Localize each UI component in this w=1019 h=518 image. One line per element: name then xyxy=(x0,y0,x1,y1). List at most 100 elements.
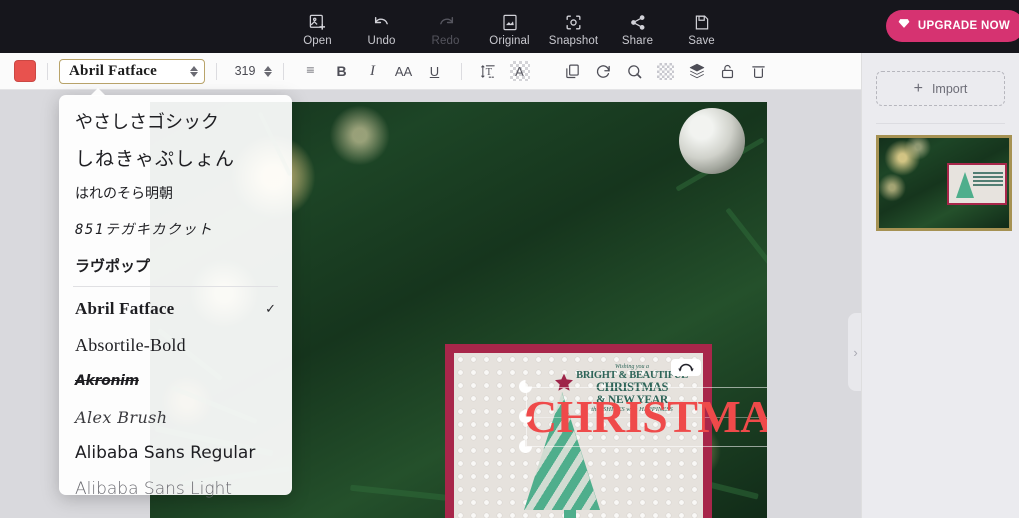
align-icon: ≡ xyxy=(306,62,315,79)
rotate-button[interactable] xyxy=(588,57,619,85)
font-option-label: やさしさゴシック xyxy=(75,112,219,133)
letter-case-button[interactable]: AA xyxy=(388,57,419,85)
undo-icon xyxy=(372,11,392,33)
photo-editor-app: Open Undo Redo Original Snapshot Share S… xyxy=(0,0,1019,518)
toolbar-divider xyxy=(283,62,284,80)
trash-icon xyxy=(750,63,767,80)
font-option[interactable]: やさしさゴシック xyxy=(59,103,292,139)
christmas-text-layer[interactable]: CHRISTMAS xyxy=(524,390,767,444)
checkerboard-icon xyxy=(657,62,674,80)
save-icon xyxy=(693,11,711,33)
toolbar-divider xyxy=(461,62,462,80)
text-pattern-icon: A xyxy=(509,61,530,81)
undo-button[interactable]: Undo xyxy=(350,6,414,47)
share-label: Share xyxy=(621,35,654,47)
bold-button[interactable]: B xyxy=(326,57,357,85)
line-spacing-icon: T xyxy=(480,63,497,80)
layers-button[interactable] xyxy=(681,57,712,85)
duplicate-button[interactable] xyxy=(557,57,588,85)
font-option[interactable]: Absortile-Bold xyxy=(59,327,292,363)
font-option[interactable]: Alex Brush xyxy=(59,399,292,435)
font-option-label: ラヴポップ xyxy=(75,256,151,275)
share-button[interactable]: Share xyxy=(606,6,670,47)
font-family-value: Abril Fatface xyxy=(69,62,157,79)
dropdown-caret xyxy=(90,88,106,96)
underline-icon: U xyxy=(429,63,440,79)
layer-thumbnail-card xyxy=(946,163,1007,206)
delete-button[interactable] xyxy=(743,57,774,85)
share-icon xyxy=(629,11,647,33)
resize-handle-middle-left[interactable] xyxy=(519,410,532,423)
layer-thumbnail-tree xyxy=(955,172,974,199)
top-toolbar: Open Undo Redo Original Snapshot Share S… xyxy=(0,0,1019,53)
underline-button[interactable]: U xyxy=(419,57,450,85)
font-option[interactable]: Alibaba Sans Regular xyxy=(59,435,292,471)
text-fill-button[interactable]: A xyxy=(504,57,535,85)
original-icon xyxy=(501,11,519,33)
rotate-cw-icon xyxy=(595,63,612,80)
text-layer-selection[interactable]: CHRISTMAS xyxy=(519,359,767,453)
unlock-icon xyxy=(719,63,736,80)
font-option-label: Alex Brush xyxy=(75,407,168,427)
flip-button[interactable] xyxy=(619,57,650,85)
font-size-input[interactable]: 319 xyxy=(228,64,262,78)
lock-button[interactable] xyxy=(712,57,743,85)
original-label: Original xyxy=(489,35,530,47)
toolbar-divider xyxy=(216,62,217,80)
upgrade-now-button[interactable]: UPGRADE NOW xyxy=(885,10,1019,42)
layers-panel: + Import xyxy=(861,53,1019,518)
font-family-stepper-icon xyxy=(190,65,198,77)
font-option-label: Akronim xyxy=(75,373,139,389)
line-spacing-button[interactable]: T xyxy=(473,57,504,85)
open-button[interactable]: Open xyxy=(286,6,350,47)
align-button[interactable]: ≡ xyxy=(295,57,326,85)
panel-divider xyxy=(876,123,1005,124)
check-icon: ✓ xyxy=(265,301,276,316)
font-option[interactable]: Alibaba Sans Light xyxy=(59,471,292,507)
save-button[interactable]: Save xyxy=(670,6,734,47)
italic-button[interactable]: I xyxy=(357,57,388,85)
layer-thumbnail[interactable] xyxy=(876,135,1012,231)
font-size-stepper[interactable] xyxy=(264,65,272,77)
rotate-handle[interactable] xyxy=(671,359,701,376)
font-option[interactable]: はれのそら明朝 xyxy=(59,175,292,211)
import-label: Import xyxy=(931,81,968,96)
chevron-right-icon: › xyxy=(853,344,858,360)
toolbar-divider xyxy=(47,62,48,80)
undo-label: Undo xyxy=(367,35,396,47)
import-button[interactable]: + Import xyxy=(876,71,1005,106)
duplicate-icon xyxy=(564,63,581,80)
font-list: やさしさゴシックしねきゃぷしょん はれのそら明朝 851テガキカクット ラヴポップ Ab… xyxy=(59,103,292,507)
font-option[interactable]: ラヴポップ xyxy=(59,247,292,283)
save-label: Save xyxy=(688,35,715,47)
font-option[interactable]: Akronim xyxy=(59,363,292,399)
open-label: Open xyxy=(303,35,332,47)
text-color-swatch[interactable] xyxy=(14,60,36,82)
upgrade-now-label: UPGRADE NOW xyxy=(917,20,1010,32)
font-family-select[interactable]: Abril Fatface xyxy=(59,58,205,84)
diamond-icon xyxy=(897,17,911,35)
font-option[interactable]: しねきゃぷしょん xyxy=(59,139,292,175)
font-list-separator xyxy=(73,286,278,287)
font-option[interactable]: 851テガキカクット xyxy=(59,211,292,247)
resize-handle-top-left[interactable] xyxy=(519,380,532,393)
font-option[interactable]: Abril Fatface ✓ xyxy=(59,291,292,327)
snapshot-label: Snapshot xyxy=(548,35,599,47)
snapshot-button[interactable]: Snapshot xyxy=(542,6,606,47)
layer-thumbnail-text xyxy=(972,172,1003,187)
font-option-label: Absortile-Bold xyxy=(75,334,186,355)
transparency-button[interactable] xyxy=(650,57,681,85)
text-options-toolbar: Abril Fatface 319 ≡ B I AA U T A xyxy=(0,53,861,90)
bold-icon: B xyxy=(336,63,347,79)
font-option-label: 851テガキカクット xyxy=(75,222,214,238)
plus-icon: + xyxy=(913,79,923,97)
original-button[interactable]: Original xyxy=(478,6,542,47)
resize-handle-bottom-left[interactable] xyxy=(519,440,532,453)
snapshot-icon xyxy=(564,11,583,33)
font-option-label: Abril Fatface xyxy=(75,299,175,318)
redo-button[interactable]: Redo xyxy=(414,6,478,47)
redo-icon xyxy=(436,11,456,33)
font-family-dropdown[interactable]: やさしさゴシックしねきゃぷしょん はれのそら明朝 851テガキカクット ラヴポップ Ab… xyxy=(59,88,292,499)
layers-icon xyxy=(688,62,706,80)
italic-icon: I xyxy=(370,62,375,79)
